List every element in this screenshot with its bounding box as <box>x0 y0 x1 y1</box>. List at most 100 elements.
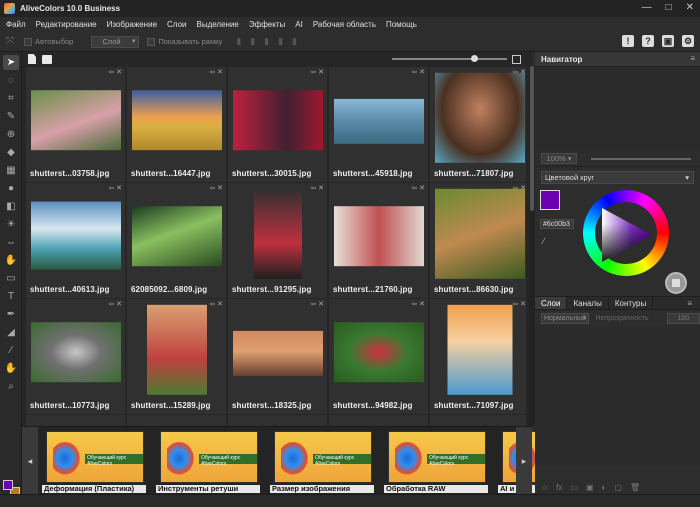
color-pick-button[interactable] <box>665 272 687 294</box>
color-mode-select[interactable]: Цветовой круг <box>541 171 694 184</box>
fill-tool-icon[interactable]: ◆ <box>3 145 19 160</box>
align-right-icon[interactable]: ▮ <box>264 36 269 47</box>
autoselect-checkbox[interactable] <box>24 37 32 46</box>
thumbnail-close-icon[interactable]: ⇦ ✕ <box>108 68 122 76</box>
scrollbar-thumb[interactable] <box>530 66 534 211</box>
mask-icon[interactable]: ▭ <box>570 483 578 492</box>
thumbnail-close-icon[interactable]: ⇦ ✕ <box>108 184 122 192</box>
maximize-icon[interactable]: □ <box>666 2 672 13</box>
thumbnail-item[interactable]: ⇦ ✕ shutterst...94982.jpg <box>329 299 428 414</box>
tutorial-item[interactable]: Обучающий курс AliveColors Обработка RAW <box>384 431 488 493</box>
thumbnail-image[interactable] <box>30 321 121 382</box>
shape-tool-icon[interactable]: ▭ <box>3 271 19 286</box>
hex-color-field[interactable]: #6c00b3 <box>540 219 574 229</box>
open-folder-icon[interactable] <box>42 54 52 64</box>
menu-layers[interactable]: Слои <box>167 20 186 29</box>
thumbnail-image[interactable] <box>447 304 512 395</box>
trash-icon[interactable]: 🗑 <box>630 483 640 492</box>
help-icon[interactable]: ? <box>642 35 654 47</box>
layers-menu-icon[interactable]: ≡ <box>687 297 692 311</box>
menu-edit[interactable]: Редактирование <box>36 20 97 29</box>
thumbnail-close-icon[interactable]: ⇦ ✕ <box>209 184 223 192</box>
strip-prev-button[interactable]: ◂ <box>22 427 38 495</box>
thumbnail-item[interactable]: ⇦ ✕ shutterst...71097.jpg <box>430 299 526 414</box>
align-bottom-icon[interactable]: ▮ <box>292 36 297 47</box>
move-tool-icon[interactable]: ➤ <box>3 55 19 70</box>
minimize-icon[interactable]: — <box>642 2 652 13</box>
thumbnail-image[interactable] <box>253 188 302 279</box>
eyedropper-icon[interactable]: ⁄ <box>543 236 545 246</box>
thumbnail-item[interactable]: ⇦ ✕ 62085092...6809.jpg <box>127 183 226 298</box>
thumbnail-close-icon[interactable]: ⇦ ✕ <box>209 300 223 308</box>
tutorial-item[interactable]: Обучающий курс AliveColors Деформация (Пл… <box>42 431 146 493</box>
foreground-color-swatch[interactable] <box>540 190 560 210</box>
thumbnail-item[interactable]: ⇦ ✕ shutterst...40613.jpg <box>26 183 125 298</box>
thumbnail-image[interactable] <box>131 205 222 266</box>
menu-workspace[interactable]: Рабочая область <box>313 20 376 29</box>
thumbnail-image[interactable] <box>333 98 424 144</box>
strip-next-button[interactable]: ▸ <box>516 427 532 495</box>
text-tool-icon[interactable]: T <box>3 289 19 304</box>
navigator-zoom-select[interactable]: 100% ▾ <box>541 153 577 164</box>
tab-layers[interactable]: Слои <box>535 297 568 309</box>
settings-icon[interactable]: ⚙ <box>682 35 694 47</box>
menu-select[interactable]: Выделение <box>196 20 238 29</box>
thumbnail-image[interactable] <box>434 72 525 163</box>
opacity-field[interactable]: 100 <box>666 312 700 324</box>
brush-tool-icon[interactable]: ✎ <box>3 109 19 124</box>
eyedropper-tool-icon[interactable]: ⁄ <box>3 343 19 358</box>
layout-icon[interactable]: ▣ <box>662 35 674 47</box>
tab-channels[interactable]: Каналы <box>567 297 609 309</box>
view-mode-icon[interactable] <box>512 55 521 64</box>
thumbnail-item[interactable]: ⇦ ✕ shutterst...91295.jpg <box>228 183 327 298</box>
selection-tool-icon[interactable]: ◢ <box>3 325 19 340</box>
layers-list[interactable] <box>535 326 700 466</box>
thumbnail-item[interactable]: ⇦ ✕ shutterst...16447.jpg <box>127 67 226 182</box>
new-layer-icon[interactable]: ▢ <box>614 483 622 492</box>
thumbnail-item[interactable]: ⇦ ✕ shutterst...21760.jpg <box>329 183 428 298</box>
thumbnail-item[interactable]: ⇦ ✕ shutterst...03758.jpg <box>26 67 125 182</box>
tutorial-item[interactable]: Обучающий курс AliveColors Инструменты ре… <box>156 431 260 493</box>
thumbnail-item[interactable]: ⇦ ✕ shutterst...18325.jpg <box>228 299 327 414</box>
tutorial-item[interactable]: Обучающий курс AliveColors Размер изображ… <box>270 431 374 493</box>
menu-effects[interactable]: Эффекты <box>249 20 285 29</box>
thumbnail-size-slider[interactable] <box>392 58 507 60</box>
thumbnail-close-icon[interactable]: ⇦ ✕ <box>411 184 425 192</box>
show-frame-checkbox[interactable] <box>147 37 156 46</box>
align-left-icon[interactable]: ▮ <box>236 36 241 47</box>
thumbnail-close-icon[interactable]: ⇦ ✕ <box>310 68 324 76</box>
zoom-tool-icon[interactable]: ⌕ <box>3 379 19 394</box>
thumbnail-item[interactable]: ⇦ ✕ shutterst...30015.jpg <box>228 67 327 182</box>
thumbnail-image[interactable] <box>232 89 323 150</box>
blur-tool-icon[interactable]: ● <box>3 181 19 196</box>
thumbnail-close-icon[interactable]: ⇦ ✕ <box>108 300 122 308</box>
lasso-tool-icon[interactable]: ◌ <box>3 73 19 88</box>
thumbnail-item[interactable] <box>329 415 428 426</box>
align-top-icon[interactable]: ▮ <box>278 36 283 47</box>
gradient-tool-icon[interactable]: ▦ <box>3 163 19 178</box>
thumbnail-image[interactable] <box>434 188 525 279</box>
foreground-color-swatch[interactable] <box>3 480 13 490</box>
menu-file[interactable]: Файл <box>6 20 26 29</box>
thumbnail-image[interactable] <box>333 321 424 382</box>
effects-icon[interactable]: fx <box>556 483 562 492</box>
layer-select[interactable]: Слой <box>91 35 140 48</box>
crop-tool-icon[interactable]: ⌗ <box>3 91 19 106</box>
navigator-zoom-slider[interactable] <box>591 157 691 160</box>
thumbnail-close-icon[interactable]: ⇦ ✕ <box>512 300 526 308</box>
new-document-icon[interactable] <box>28 54 36 64</box>
tutorial-banner[interactable]: Обучающий курс AliveColors <box>388 431 486 483</box>
adjustment-icon[interactable]: ◐ <box>602 483 607 492</box>
blend-mode-select[interactable]: Нормальный <box>541 312 590 324</box>
thumbnail-item[interactable]: ⇦ ✕ shutterst...10773.jpg <box>26 299 125 414</box>
thumbnail-close-icon[interactable]: ⇦ ✕ <box>411 68 425 76</box>
thumbnail-close-icon[interactable]: ⇦ ✕ <box>411 300 425 308</box>
thumbnail-item[interactable]: ⇦ ✕shutterst...71807.jpg <box>430 67 526 182</box>
menu-ai[interactable]: AI <box>295 20 303 29</box>
tab-paths[interactable]: Контуры <box>609 297 654 309</box>
smudge-tool-icon[interactable]: ✋ <box>3 253 19 268</box>
pen-tool-icon[interactable]: ✒ <box>3 307 19 322</box>
menu-help[interactable]: Помощь <box>386 20 417 29</box>
thumbnail-image[interactable] <box>146 304 207 395</box>
thumbnail-close-icon[interactable]: ⇦ ✕ <box>310 300 324 308</box>
